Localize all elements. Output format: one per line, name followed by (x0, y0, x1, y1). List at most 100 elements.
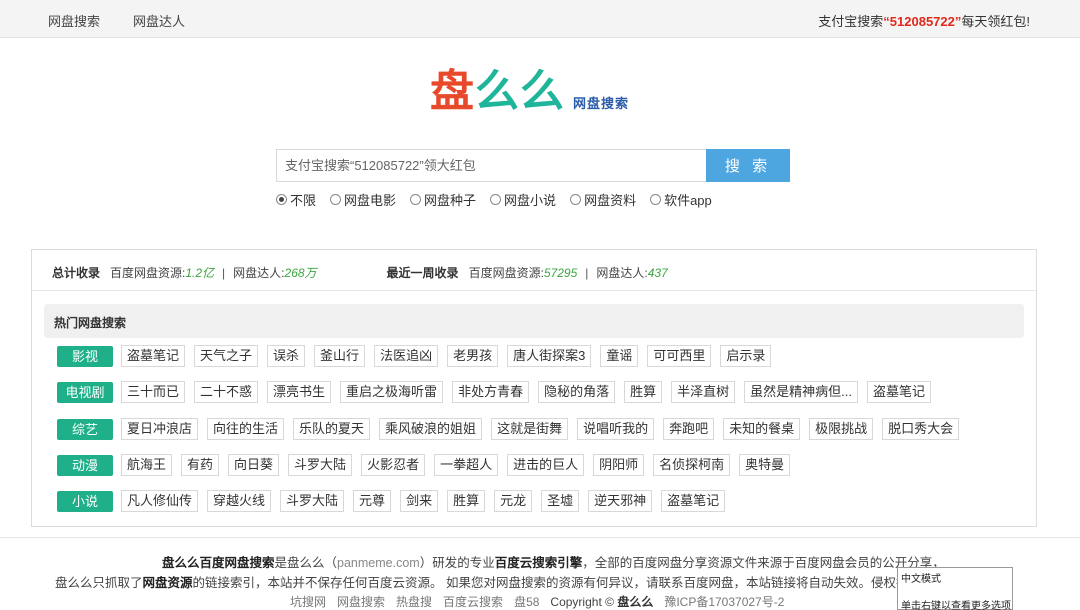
footer-link[interactable]: 热盘搜 (396, 593, 432, 610)
hot-tag[interactable]: 法医追凶 (374, 345, 439, 367)
footer-links: 坑搜网 网盘搜索 热盘搜 百度云搜索 盘58 Copyright © 盘么么 豫… (290, 593, 784, 610)
filter-apps[interactable]: 软件app (650, 190, 712, 209)
hot-tag[interactable]: 向日葵 (228, 454, 280, 476)
search-filters: 不限 网盘电影 网盘种子 网盘小说 网盘资料 软件app (276, 190, 712, 209)
stats-total-res: 1.2亿 (185, 266, 215, 280)
filter-torrents[interactable]: 网盘种子 (410, 190, 476, 209)
top-bar: 网盘搜索 网盘达人 支付宝搜索“512085722”每天领红包! (0, 0, 1080, 38)
hot-tag[interactable]: 漂亮书生 (267, 381, 332, 403)
footer-link[interactable]: 网盘搜索 (337, 593, 385, 610)
hot-tag[interactable]: 乐队的夏天 (293, 418, 371, 440)
radio-icon[interactable] (330, 194, 342, 205)
search-input[interactable] (276, 149, 706, 182)
hot-tag[interactable]: 盗墓笔记 (866, 381, 931, 403)
nav-pan-experts[interactable]: 网盘达人 (133, 11, 185, 30)
hot-tag[interactable]: 奔跑吧 (663, 418, 715, 440)
radio-icon[interactable] (410, 194, 422, 205)
hot-row: 小说 凡人修仙传 穿越火线 斗罗大陆 元尊 剑来 胜算 元龙 圣墟 逆天邪神 盗墓笔记 (57, 490, 734, 512)
hot-tag[interactable]: 虽然是精神病但... (744, 381, 858, 403)
hot-category[interactable]: 综艺 (57, 418, 113, 440)
hot-row: 动漫 航海王 有药 向日葵 斗罗大陆 火影忍者 一拳超人 进击的巨人 阴阳师 名侦探柯南 奥特曼 (57, 454, 799, 476)
filter-all[interactable]: 不限 (276, 190, 316, 209)
hot-tag[interactable]: 圣墟 (541, 490, 580, 512)
stats-total-label: 总计收录 (52, 266, 101, 280)
hot-tag[interactable]: 这就是街舞 (491, 418, 569, 440)
hot-tag[interactable]: 名侦探柯南 (653, 454, 731, 476)
hot-tag[interactable]: 元尊 (353, 490, 392, 512)
footer-link[interactable]: 百度云搜索 (443, 593, 503, 610)
hot-tag[interactable]: 未知的餐桌 (723, 418, 801, 440)
hot-tag[interactable]: 奥特曼 (739, 454, 791, 476)
hot-tag[interactable]: 启示录 (720, 345, 772, 367)
filter-materials[interactable]: 网盘资料 (570, 190, 636, 209)
hot-tag[interactable]: 有药 (181, 454, 220, 476)
stats-separator: | (222, 265, 226, 280)
ime-mode: 中文模式 (901, 574, 941, 585)
hot-tag[interactable]: 非处方青春 (452, 381, 530, 403)
stats-week: 最近一周收录 百度网盘资源: 57295 | 网盘达人: 437 (387, 264, 668, 281)
hot-tag[interactable]: 阴阳师 (593, 454, 645, 476)
hot-tag[interactable]: 二十不惑 (194, 381, 259, 403)
hot-category[interactable]: 动漫 (57, 454, 113, 476)
hot-tag[interactable]: 航海王 (121, 454, 173, 476)
hot-searches-title: 热门网盘搜索 (54, 316, 127, 330)
hot-tag[interactable]: 说唱听我的 (577, 418, 655, 440)
hot-tag[interactable]: 剑来 (400, 490, 439, 512)
stats-separator: | (585, 265, 589, 280)
hot-tag[interactable]: 盗墓笔记 (661, 490, 726, 512)
radio-icon[interactable] (490, 194, 502, 205)
footer-domain[interactable]: panmeme.com (337, 556, 420, 570)
stats-week-label: 最近一周收录 (386, 266, 459, 280)
hot-tag[interactable]: 向往的生活 (207, 418, 285, 440)
hot-tag[interactable]: 夏日冲浪店 (121, 418, 199, 440)
icp-number[interactable]: 豫ICP备17037027号-2 (664, 593, 784, 610)
hot-tag[interactable]: 穿越火线 (207, 490, 272, 512)
hot-category[interactable]: 电视剧 (57, 381, 113, 403)
footer-link[interactable]: 盘58 (514, 593, 539, 610)
hot-tag[interactable]: 胜算 (624, 381, 663, 403)
hot-tag[interactable]: 胜算 (447, 490, 486, 512)
hot-tag[interactable]: 一拳超人 (434, 454, 499, 476)
hot-tag[interactable]: 逆天邪神 (588, 490, 653, 512)
hot-tag[interactable]: 火影忍者 (361, 454, 426, 476)
hot-tag[interactable]: 老男孩 (447, 345, 499, 367)
hot-category[interactable]: 影视 (57, 345, 113, 367)
footer-link[interactable]: 坑搜网 (290, 593, 326, 610)
hot-tag[interactable]: 斗罗大陆 (280, 490, 345, 512)
hot-tag[interactable]: 进击的巨人 (507, 454, 585, 476)
hot-tag[interactable]: 釜山行 (314, 345, 366, 367)
hot-tag[interactable]: 盗墓笔记 (121, 345, 186, 367)
hot-tag[interactable]: 可可西里 (647, 345, 712, 367)
hot-category[interactable]: 小说 (57, 490, 113, 512)
search-button[interactable]: 搜 索 (706, 149, 790, 182)
footer-brand: 盘么么百度网盘搜索 (162, 556, 275, 570)
hot-tag[interactable]: 斗罗大陆 (288, 454, 353, 476)
footer-text: ）研发的专业 (419, 556, 495, 570)
hot-tag[interactable]: 半泽直树 (671, 381, 736, 403)
hot-tag[interactable]: 三十而已 (121, 381, 186, 403)
hot-tag[interactable]: 误杀 (267, 345, 306, 367)
ime-popup[interactable]: 中文模式 单击右键以查看更多选项 (897, 567, 1013, 610)
nav-pan-search[interactable]: 网盘搜索 (48, 11, 100, 30)
filter-novels[interactable]: 网盘小说 (490, 190, 556, 209)
stats-total: 总计收录 百度网盘资源: 1.2亿 | 网盘达人: 268万 (52, 264, 317, 281)
promo-text: 支付宝搜索“512085722”每天领红包! (818, 11, 1030, 30)
hot-tag[interactable]: 乘风破浪的姐姐 (379, 418, 483, 440)
site-logo[interactable]: 盘 么 么 网盘搜索 (430, 62, 629, 118)
stats-total-users: 268万 (284, 266, 317, 280)
stats-week-users: 437 (647, 265, 668, 280)
radio-icon[interactable] (570, 194, 582, 205)
radio-icon[interactable] (650, 194, 662, 205)
hot-tag[interactable]: 元龙 (494, 490, 533, 512)
hot-tag[interactable]: 脱口秀大会 (882, 418, 960, 440)
hot-tag[interactable]: 极限挑战 (809, 418, 874, 440)
hot-tag[interactable]: 天气之子 (194, 345, 259, 367)
hot-tag[interactable]: 唐人街探案3 (507, 345, 592, 367)
hot-tag[interactable]: 凡人修仙传 (121, 490, 199, 512)
hot-tag[interactable]: 重启之极海听雷 (340, 381, 444, 403)
footer-text: ，全部的百度网盘分享资源文件来源于百度网盘会员的公开分享， (582, 556, 945, 570)
radio-selected-icon[interactable] (276, 194, 287, 205)
hot-tag[interactable]: 童谣 (600, 345, 639, 367)
hot-tag[interactable]: 隐秘的角落 (538, 381, 616, 403)
filter-movies[interactable]: 网盘电影 (330, 190, 396, 209)
